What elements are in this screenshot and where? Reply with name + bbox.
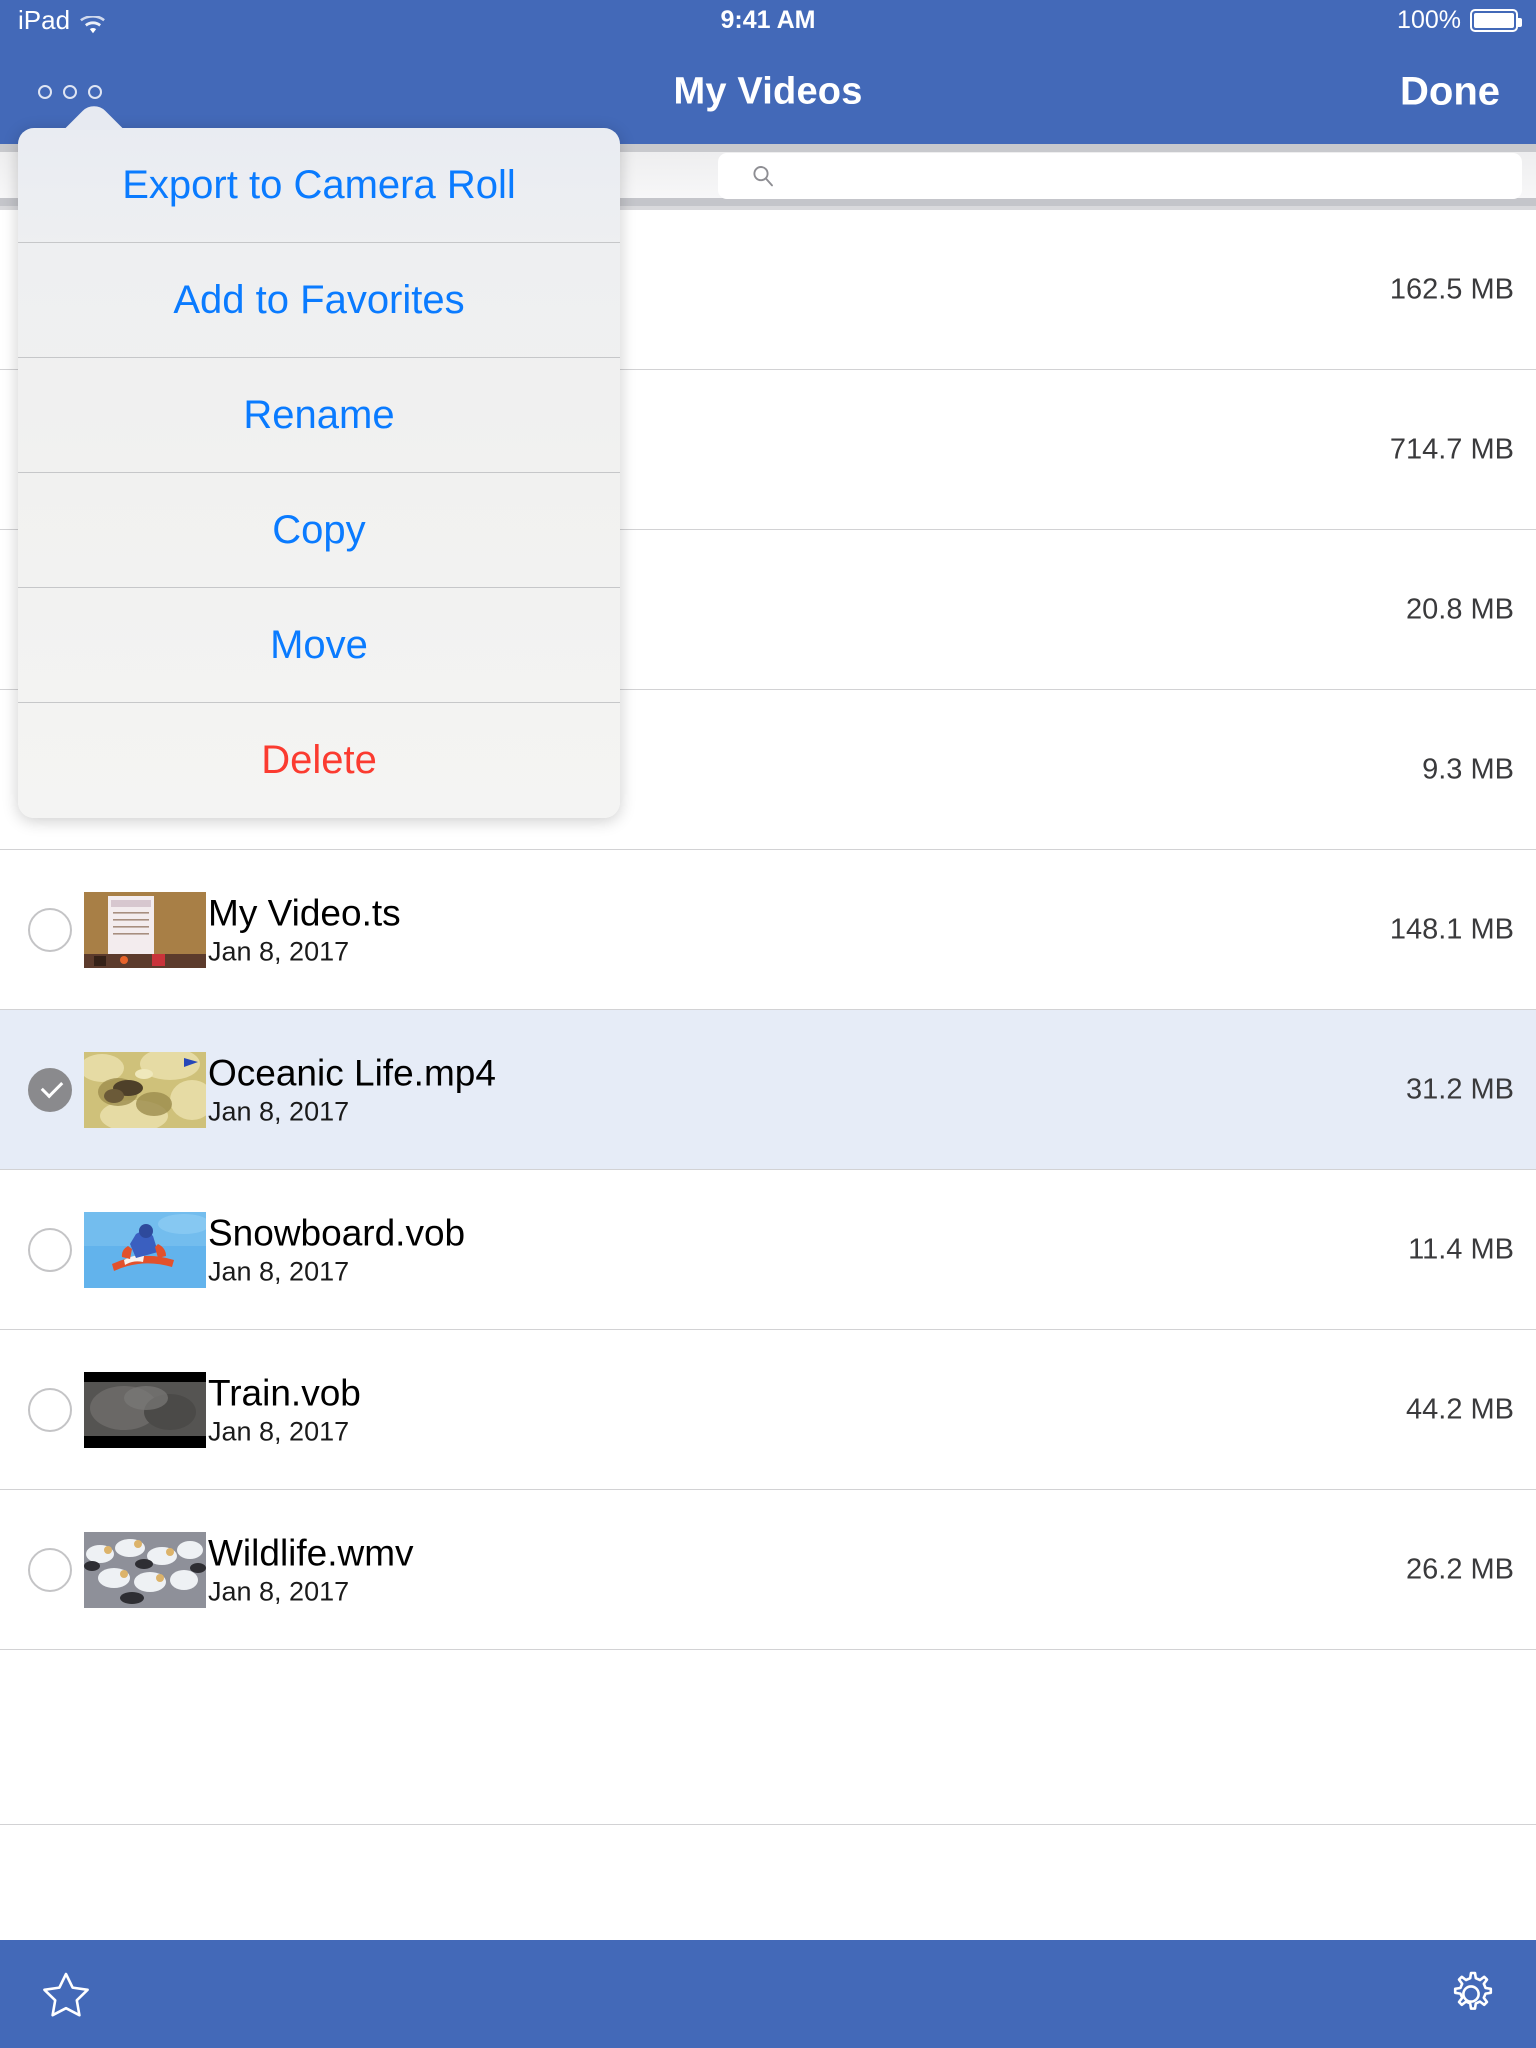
search-input[interactable] [718,153,1522,199]
row-meta: Wildlife.wmv Jan 8, 2017 [208,1532,414,1607]
status-bar-clock: 9:41 AM [720,5,816,34]
row-meta: Snowboard.vob Jan 8, 2017 [208,1212,465,1287]
file-date: Jan 8, 2017 [208,1256,350,1287]
file-size: 26.2 MB [1406,1553,1514,1585]
file-name: Wildlife.wmv [208,1531,414,1573]
row-checkbox[interactable] [28,1387,72,1432]
file-date: Jan 8, 2017 [208,1416,350,1447]
row-checkbox[interactable] [28,907,72,952]
table-row[interactable]: Oceanic Life.mp4 Jan 8, 2017 31.2 MB [0,1010,1536,1170]
file-date: Jan 8, 2017 [208,1576,350,1607]
table-row[interactable]: Wildlife.wmv Jan 8, 2017 26.2 MB [0,1490,1536,1650]
menu-item-delete[interactable]: Delete [18,703,620,818]
menu-item-label: Rename [243,392,395,437]
row-checkbox[interactable] [28,1547,72,1592]
row-checkbox[interactable] [28,1227,72,1272]
empty-row [0,1650,1536,1825]
menu-item-label: Copy [272,507,366,552]
video-thumbnail [84,1531,206,1608]
file-date: Jan 8, 2017 [208,1096,350,1127]
file-size: 162.5 MB [1389,273,1514,305]
table-row[interactable]: Train.vob Jan 8, 2017 44.2 MB [0,1330,1536,1490]
actions-popover: Export to Camera Roll Add to Favorites R… [18,128,620,818]
status-bar-right: 100% [1397,5,1522,35]
file-size: 148.1 MB [1389,913,1514,945]
file-size: 31.2 MB [1406,1073,1514,1105]
status-bar: iPad 9:41 AM 100% [0,0,1536,40]
video-thumbnail [84,891,206,968]
favorites-button[interactable] [40,1968,92,2020]
table-row[interactable]: Snowboard.vob Jan 8, 2017 11.4 MB [0,1170,1536,1330]
menu-item-add-to-favorites[interactable]: Add to Favorites [18,243,620,358]
menu-item-copy[interactable]: Copy [18,473,620,588]
file-size: 714.7 MB [1389,433,1514,465]
popover-tail [58,106,130,130]
settings-button[interactable] [1446,1969,1496,2019]
row-checkbox[interactable] [28,1067,72,1112]
menu-item-move[interactable]: Move [18,588,620,703]
file-name: Oceanic Life.mp4 [208,1051,496,1093]
file-date: Jan 8, 2017 [208,936,350,967]
video-thumbnail [84,1211,206,1288]
row-meta: Train.vob Jan 8, 2017 [208,1372,361,1447]
row-meta: Oceanic Life.mp4 Jan 8, 2017 [208,1052,496,1127]
video-thumbnail [84,1051,206,1128]
menu-item-rename[interactable]: Rename [18,358,620,473]
battery-percent-label: 100% [1397,5,1461,34]
file-size: 11.4 MB [1408,1233,1514,1265]
bottom-toolbar [0,1940,1536,2048]
video-thumbnail [84,1371,206,1448]
file-name: Train.vob [208,1371,361,1413]
menu-item-label: Move [270,622,368,667]
page-title: My Videos [673,70,863,113]
row-meta: My Video.ts Jan 8, 2017 [208,892,401,967]
file-size: 20.8 MB [1406,593,1514,625]
done-button[interactable]: Done [1400,70,1500,115]
menu-item-label: Export to Camera Roll [122,162,516,207]
menu-item-label: Delete [261,738,377,782]
file-name: Snowboard.vob [208,1211,466,1253]
table-row[interactable]: My Video.ts Jan 8, 2017 148.1 MB [0,850,1536,1010]
battery-icon [1470,8,1522,32]
ipad-video-library-screen: iPad 9:41 AM 100% My Videos Done 162.5 M… [0,0,1536,2048]
file-name: My Video.ts [208,891,401,933]
file-size: 9.3 MB [1422,753,1514,785]
menu-item-export-to-camera-roll[interactable]: Export to Camera Roll [18,128,620,243]
menu-item-label: Add to Favorites [173,277,465,322]
search-icon [751,164,775,188]
file-size: 44.2 MB [1406,1393,1514,1425]
